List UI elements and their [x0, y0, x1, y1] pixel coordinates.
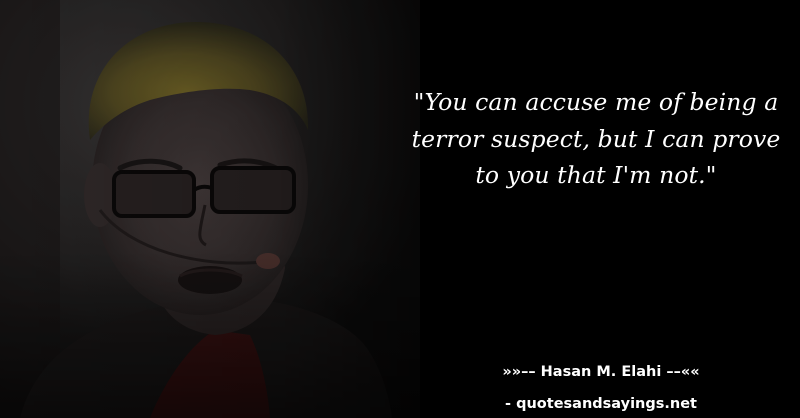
quote-text: "You can accuse me of being a terror sus… — [411, 88, 781, 189]
portrait-photo — [0, 0, 800, 418]
quote-card: "You can accuse me of being a terror sus… — [0, 0, 800, 418]
author-name: »»–– Hasan M. Elahi ––«« — [502, 364, 700, 380]
source-site: - quotesandsayings.net — [505, 396, 697, 412]
